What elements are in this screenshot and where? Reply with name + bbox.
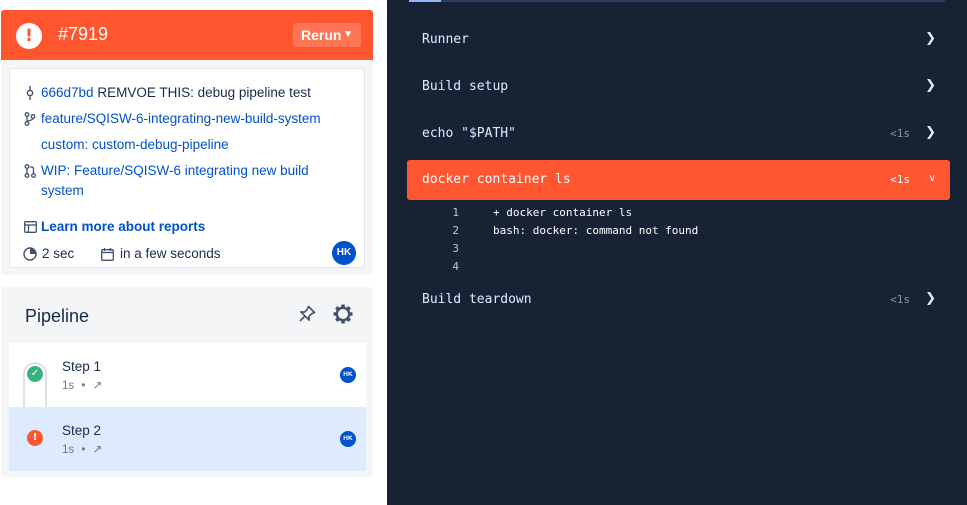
- log-section-duration: <1s: [890, 127, 910, 140]
- settings-button[interactable]: [331, 302, 355, 326]
- line-number: 1: [452, 206, 459, 219]
- run-duration: 2 sec: [42, 246, 75, 261]
- chevron-right-icon: ❯: [925, 291, 936, 306]
- step-name: Step 1: [62, 359, 102, 374]
- avatar[interactable]: HK: [332, 241, 356, 265]
- chevron-down-icon: ∨: [928, 173, 936, 184]
- log-section-label: Build setup: [422, 79, 509, 94]
- log-section-docker-container-ls[interactable]: docker container ls <1s ∨: [407, 160, 950, 200]
- log-section-build-setup[interactable]: Build setup ❯: [407, 67, 950, 107]
- log-section-label: Runner: [422, 32, 469, 47]
- learn-more-link[interactable]: Learn more about reports: [41, 217, 205, 237]
- calendar-icon: [101, 247, 114, 267]
- pull-request-link[interactable]: WIP: Feature/SQISW-6 integrating new bui…: [41, 161, 341, 201]
- line-number: 3: [452, 242, 459, 255]
- failed-status-icon: !: [16, 23, 42, 49]
- step-name: Step 2: [62, 423, 102, 438]
- clock-icon: [23, 247, 37, 267]
- step-avatar: HK: [340, 367, 356, 383]
- step-duration: 1s: [62, 380, 75, 392]
- log-line-text: + docker container ls: [493, 206, 633, 219]
- gear-icon: [333, 304, 353, 324]
- report-icon: [23, 217, 37, 239]
- pull-request-icon: [23, 161, 37, 184]
- pipeline-card: Pipeline ✓ Step 1 1s • ↗ HK ! Step 2 1s …: [1, 287, 373, 477]
- step-avatar: HK: [340, 431, 356, 447]
- chevron-down-icon: ▼: [343, 29, 353, 40]
- success-icon: ✓: [27, 366, 43, 382]
- run-status-card: ! #7919 Rerun ▼ 666d7bd REMVOE THIS: deb…: [1, 10, 373, 275]
- commit-hash-link[interactable]: 666d7bd: [41, 85, 94, 100]
- separator: •: [81, 380, 86, 392]
- step-meta: 1s • ↗: [62, 442, 102, 456]
- chevron-right-icon: ❯: [925, 31, 936, 46]
- log-section-label: docker container ls: [422, 172, 571, 187]
- line-number: 2: [452, 224, 459, 237]
- open-arrow-icon[interactable]: ↗: [93, 444, 103, 456]
- custom-pipeline-link[interactable]: custom: custom-debug-pipeline: [41, 135, 229, 155]
- branch-link[interactable]: feature/SQISW-6-integrating-new-build-sy…: [41, 109, 321, 129]
- pipeline-steps: ✓ Step 1 1s • ↗ HK ! Step 2 1s • ↗ HK: [9, 343, 366, 471]
- pipeline-title: Pipeline: [25, 306, 90, 326]
- log-section-duration: <1s: [890, 293, 910, 306]
- log-section-echo-path[interactable]: echo "$PATH" <1s ❯: [407, 114, 950, 154]
- line-number: 4: [452, 260, 459, 273]
- step-item-1[interactable]: ✓ Step 1 1s • ↗ HK: [9, 343, 366, 407]
- log-section-duration: <1s: [890, 173, 910, 186]
- tab-active-indicator[interactable]: [409, 0, 441, 2]
- log-section-label: Build teardown: [422, 292, 532, 307]
- commit-message: REMVOE THIS: debug pipeline test: [97, 85, 311, 100]
- commit-icon: [23, 83, 37, 106]
- left-panel: ! #7919 Rerun ▼ 666d7bd REMVOE THIS: deb…: [0, 0, 387, 505]
- chevron-right-icon: ❯: [925, 78, 936, 93]
- run-details: 666d7bd REMVOE THIS: debug pipeline test…: [9, 68, 365, 268]
- open-arrow-icon[interactable]: ↗: [93, 380, 103, 392]
- rerun-label: Rerun: [301, 27, 342, 43]
- pin-icon: [299, 305, 316, 322]
- separator: •: [81, 444, 86, 456]
- pin-button[interactable]: [297, 304, 317, 324]
- log-panel: Runner ❯ Build setup ❯ echo "$PATH" <1s …: [387, 0, 967, 505]
- step-duration: 1s: [62, 444, 75, 456]
- rerun-button[interactable]: Rerun ▼: [293, 23, 361, 47]
- tab-bar: [409, 0, 945, 2]
- log-section-build-teardown[interactable]: Build teardown <1s ❯: [407, 280, 950, 320]
- step-item-2[interactable]: ! Step 2 1s • ↗ HK: [9, 407, 366, 471]
- run-number: #7919: [58, 24, 109, 44]
- log-section-label: echo "$PATH": [422, 126, 516, 141]
- failed-icon: !: [27, 430, 43, 446]
- chevron-right-icon: ❯: [925, 125, 936, 140]
- log-section-runner[interactable]: Runner ❯: [407, 20, 950, 60]
- branch-icon: [23, 109, 37, 132]
- run-status-header: ! #7919 Rerun ▼: [1, 10, 373, 60]
- log-line-text: bash: docker: command not found: [493, 224, 699, 237]
- run-started: in a few seconds: [120, 246, 221, 261]
- step-meta: 1s • ↗: [62, 378, 102, 392]
